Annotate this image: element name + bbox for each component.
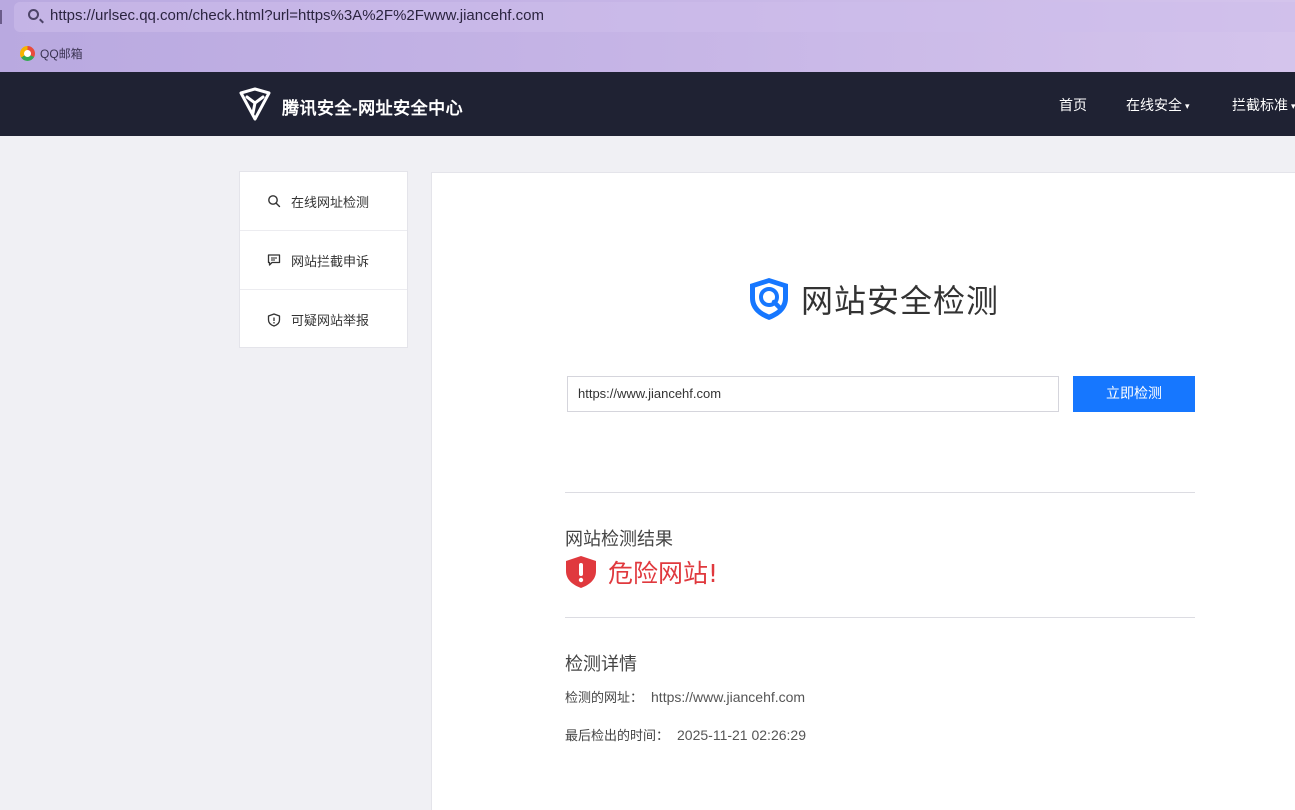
- site-header: [0, 72, 1295, 136]
- detail-last-detected-time: 最后检出的时间： 2025-11-21 02:26:29: [565, 725, 806, 744]
- nav-block-standards[interactable]: 拦截标准 ▾: [1232, 95, 1295, 115]
- chevron-down-icon: ▾: [1185, 100, 1190, 111]
- nav-home[interactable]: 首页: [1059, 95, 1087, 115]
- divider: [565, 617, 1195, 618]
- bookmark-qq-mail[interactable]: QQ邮箱: [20, 45, 83, 62]
- main-panel: [431, 172, 1295, 810]
- check-now-button[interactable]: 立即检测: [1073, 376, 1195, 412]
- nav-online-security-label: 在线安全: [1126, 97, 1182, 113]
- address-url[interactable]: https://urlsec.qq.com/check.html?url=htt…: [50, 7, 544, 24]
- page-title: 网站安全检测: [801, 282, 1000, 320]
- danger-shield-icon: [566, 556, 596, 588]
- security-check-shield-icon: [750, 278, 788, 320]
- chevron-down-icon: ▾: [1291, 100, 1295, 111]
- window-edge: [0, 10, 2, 24]
- sidebar-item-report[interactable]: 可疑网站举报: [240, 290, 407, 349]
- divider: [565, 492, 1195, 493]
- bookmark-label: QQ邮箱: [40, 47, 83, 61]
- danger-result-text: 危险网站!: [608, 559, 719, 588]
- sidebar-item-url-check[interactable]: 在线网址检测: [240, 172, 407, 231]
- nav-home-label: 首页: [1059, 97, 1087, 113]
- sidebar-item-label: 网站拦截申诉: [291, 254, 370, 270]
- browser-chrome: https://urlsec.qq.com/check.html?url=htt…: [0, 0, 1295, 72]
- comment-icon: [267, 254, 281, 266]
- shield-icon: [267, 312, 281, 327]
- url-input[interactable]: https://www.jiancehf.com: [567, 376, 1059, 412]
- tencent-security-logo-icon[interactable]: [238, 87, 272, 121]
- qq-mail-icon: [20, 46, 35, 61]
- search-icon: [28, 9, 39, 20]
- sidebar-item-appeal[interactable]: 网站拦截申诉: [240, 231, 407, 290]
- search-icon: [268, 195, 281, 208]
- details-heading: 检测详情: [565, 654, 637, 675]
- sidebar-item-label: 在线网址检测: [291, 195, 370, 211]
- result-heading: 网站检测结果: [565, 529, 673, 550]
- nav-block-standards-label: 拦截标准: [1232, 97, 1288, 113]
- side-menu: 在线网址检测 网站拦截申诉 可疑网站举报: [239, 171, 408, 348]
- detail-value: https://www.jiancehf.com: [651, 689, 806, 705]
- sidebar-item-label: 可疑网站举报: [291, 314, 370, 329]
- brand-title[interactable]: 腾讯安全-网址安全中心: [282, 94, 463, 119]
- detail-checked-url: 检测的网址： https://www.jiancehf.com: [565, 687, 805, 706]
- page-title-wrap: 网站安全检测: [747, 276, 999, 322]
- detail-label: 最后检出的时间：: [565, 729, 670, 744]
- nav-online-security[interactable]: 在线安全 ▾: [1126, 95, 1190, 115]
- detail-value: 2025-11-21 02:26:29: [677, 727, 806, 743]
- danger-result: 危险网站!: [565, 554, 718, 590]
- detail-label: 检测的网址：: [565, 691, 644, 706]
